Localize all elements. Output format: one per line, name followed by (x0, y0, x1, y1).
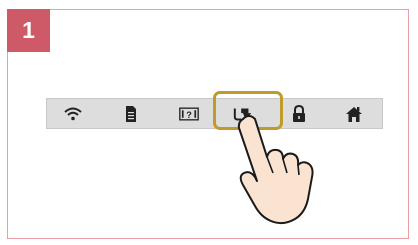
svg-text:?: ? (186, 110, 192, 120)
wifi-icon[interactable] (63, 105, 83, 123)
home-icon[interactable] (344, 105, 364, 123)
document-icon[interactable] (121, 105, 141, 123)
help-icon[interactable]: ? (179, 105, 199, 123)
step-number-badge: 1 (7, 9, 50, 52)
instruction-figure: 1 ? (0, 0, 418, 245)
pointing-hand-icon (237, 115, 314, 225)
